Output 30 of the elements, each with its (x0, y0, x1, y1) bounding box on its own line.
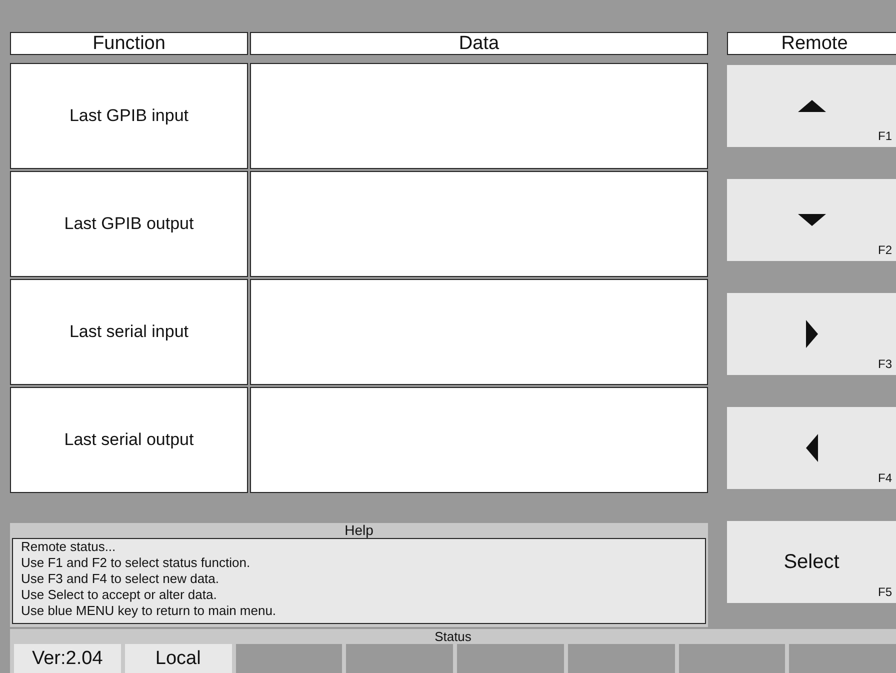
function-cell: Last serial input (10, 279, 248, 385)
function-cell: Last GPIB input (10, 63, 248, 169)
triangle-left-icon (806, 434, 818, 462)
key-label: F5 (878, 584, 892, 601)
column-header: Function (10, 32, 248, 55)
function-key[interactable]: F2 (727, 179, 896, 261)
column-header: Remote (727, 32, 896, 55)
panel-title: Help (344, 523, 374, 538)
function-key[interactable]: F1 (727, 65, 896, 147)
triangle-up-icon (798, 100, 826, 112)
function-key[interactable]: F4 (727, 407, 896, 489)
status-field: Local (124, 644, 232, 673)
key-label: F4 (878, 470, 892, 487)
triangle-right-icon (806, 320, 818, 348)
help-line: Use F3 and F4 to select new data. (21, 571, 220, 587)
triangle-down-icon (798, 214, 826, 226)
key-label: F3 (878, 356, 892, 373)
function-key[interactable]: Select F5 (727, 521, 896, 603)
help-line: Remote status... (21, 539, 117, 555)
help-line: Use blue MENU key to return to main menu. (21, 603, 278, 619)
help-line: Use Select to accept or alter data. (21, 587, 218, 603)
help-line: Use F1 and F2 to select status function. (21, 555, 252, 571)
panel-title: Status (434, 629, 472, 644)
key-label: F1 (878, 128, 892, 145)
function-cell: Last serial output (10, 387, 248, 493)
function-key[interactable]: F3 (727, 293, 896, 375)
column-header: Data (250, 32, 708, 55)
status-field: Ver:2.04 (14, 644, 121, 673)
key-label: F2 (878, 242, 892, 259)
function-cell: Last GPIB output (10, 171, 248, 277)
